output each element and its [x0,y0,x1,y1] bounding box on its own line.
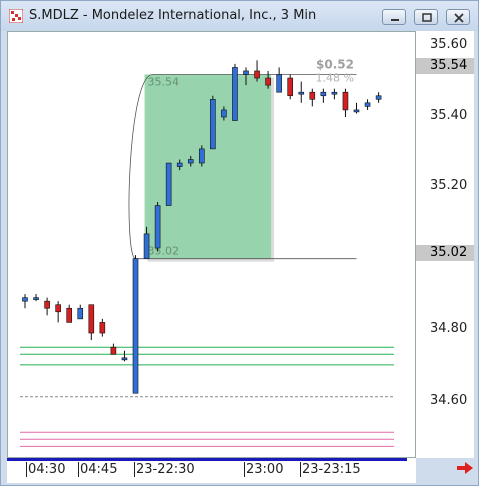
candle-body [143,233,150,259]
candle-body [55,304,61,313]
candle-body [309,91,316,100]
candle-body [44,300,50,309]
chart-plot-area[interactable]: 35.54 35.02 $0.52 1.48 % [7,31,416,458]
restore-button[interactable] [414,9,438,25]
candle-body [254,70,260,79]
time-label: 04:45 [80,462,118,477]
price-tick: 35.20 [430,178,468,193]
range-change-label: $0.52 [316,58,354,72]
candle-body [375,95,382,100]
time-axis[interactable]: 04:30 04:45 23-22:30 23:00 23-23:15 [7,458,416,483]
close-icon [454,13,464,23]
time-separator [300,462,301,477]
price-tick: 35.60 [430,37,468,52]
time-separator [134,462,135,477]
candle-body [33,297,39,300]
price-highlight-mid: 35.02 [416,245,474,261]
candle-body [77,307,84,320]
range-box [144,74,272,259]
range-percent-label: 1.48 % [316,72,354,85]
time-label: 23-22:30 [136,462,195,477]
title-bar[interactable]: S.MDLZ - Mondelez International, Inc., 3… [1,1,478,31]
price-tick: 34.80 [430,321,468,336]
candle-body [88,304,95,334]
candle-body [342,91,349,111]
restore-icon [422,13,432,22]
chart-window: S.MDLZ - Mondelez International, Inc., 3… [0,0,479,486]
minimize-icon [391,19,399,21]
price-tick: 34.60 [430,393,468,408]
candle-body [165,162,172,206]
candle-body [232,67,238,121]
candle-body [298,91,305,95]
candle-body [121,357,128,361]
candle-body [265,77,271,86]
minimize-button[interactable] [382,9,406,25]
time-separator [26,462,27,477]
price-tick: 35.40 [430,108,468,123]
time-axis-bar [7,458,407,461]
candle-body [176,162,183,167]
candle-body [320,91,327,97]
candle-body [187,159,194,164]
time-label: 23-23:15 [302,462,361,477]
price-highlight-top: 35.54 [416,58,474,74]
scroll-right-arrow-icon[interactable] [456,461,474,475]
candle-body [199,148,205,164]
time-label: 23:00 [246,462,284,477]
candle-body [210,98,216,150]
candle-body [221,109,227,118]
candle-body [331,91,338,95]
candle-body [22,297,28,302]
candle-body [364,102,371,107]
candle-body [99,322,106,334]
range-top-label: 35.54 [148,76,180,89]
candle-body [353,109,360,113]
candle-body [154,205,161,249]
range-bottom-label: 35.02 [148,245,180,258]
candlestick-chart[interactable]: 35.54 35.02 $0.521.48 % [8,32,415,457]
time-label: 04:30 [28,462,66,477]
time-separator [78,462,79,477]
candle-body [276,74,282,93]
candle-body [132,258,139,394]
price-axis[interactable]: 35.60 35.54 35.40 35.20 35.02 34.80 34.6… [416,31,474,458]
candle-body [243,70,249,75]
app-icon [9,9,23,23]
candle-body [110,346,117,355]
window-title: S.MDLZ - Mondelez International, Inc., 3… [29,8,317,23]
close-button[interactable] [446,9,470,25]
candle-body [287,77,294,97]
time-separator [244,462,245,477]
candle-body [66,307,73,323]
